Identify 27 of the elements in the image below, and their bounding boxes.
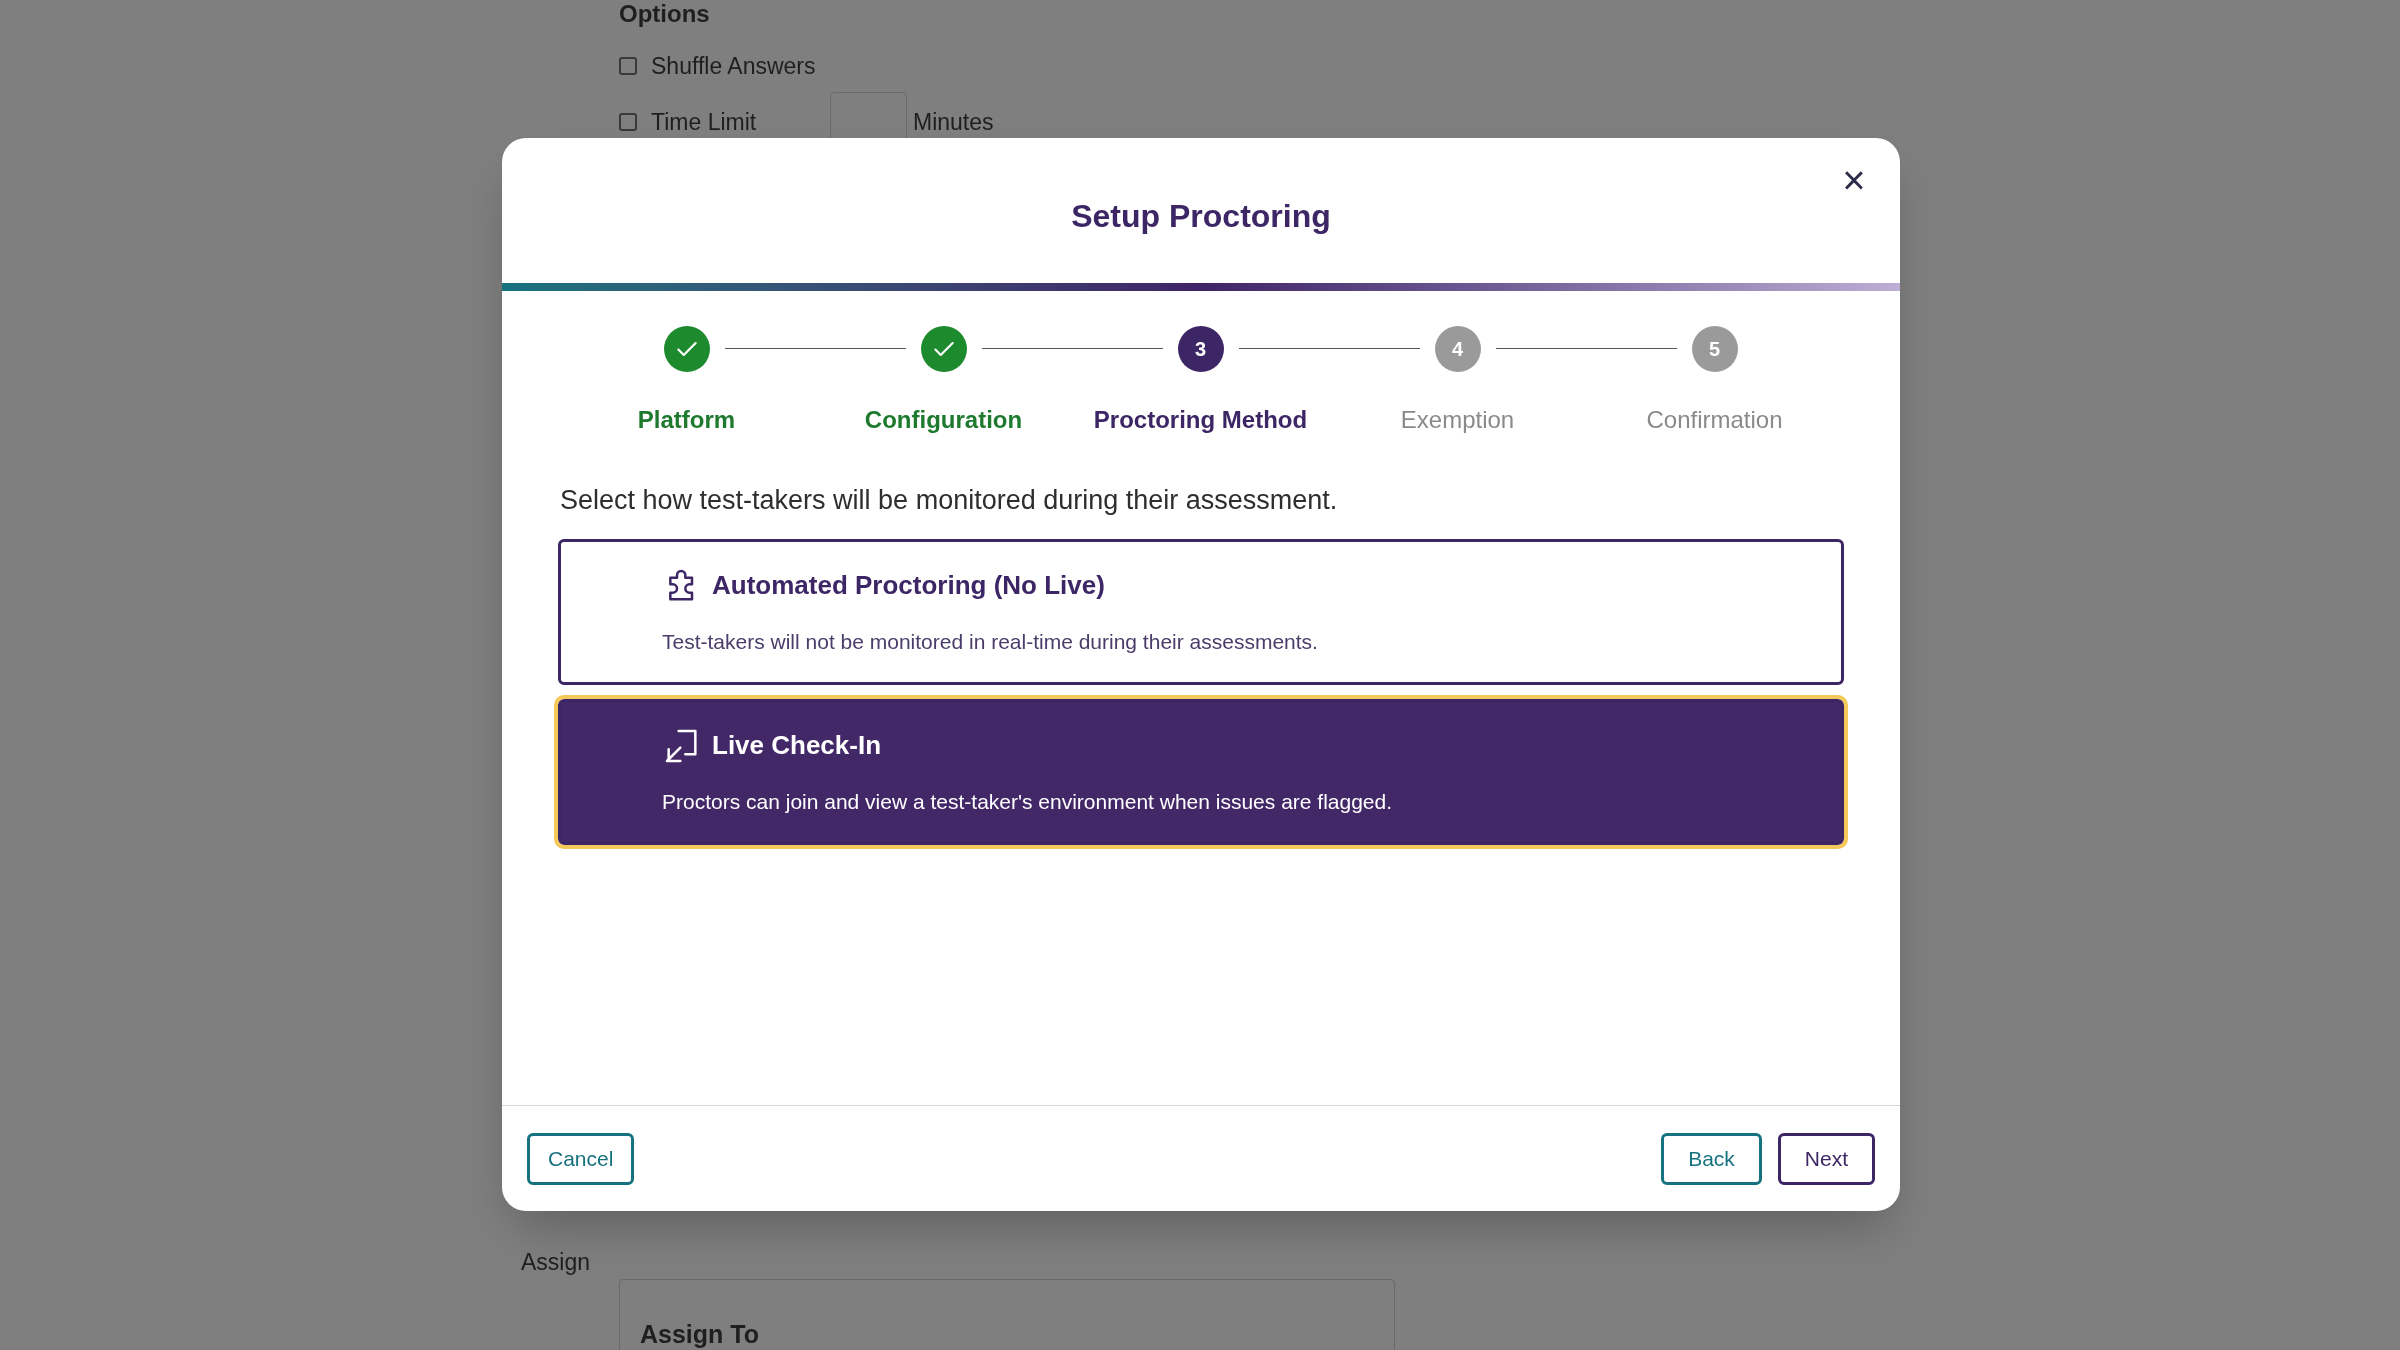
checkbox[interactable] — [619, 57, 637, 75]
instruction-text: Select how test-takers will be monitored during their assessment. — [560, 484, 1338, 517]
step-label: Exemption — [1400, 405, 1515, 435]
checkbox[interactable] — [619, 113, 637, 131]
unit-label: Minutes — [913, 108, 994, 136]
checkbox-label: Time Limit — [651, 108, 758, 136]
checkbox-label: Shuffle Answers — [651, 52, 816, 80]
dialog-title: Setup Proctoring — [1071, 196, 1331, 236]
cancel-button[interactable]: Cancel — [527, 1132, 635, 1185]
option-description: Test-takers will not be monitored in real-time during their assessments. — [662, 628, 1318, 655]
step-label: Platform — [637, 405, 736, 435]
step-label: Proctoring Method — [1093, 405, 1308, 435]
option-card[interactable]: Automated Proctoring (No Live) Test-takers will not be monitored in real-time during their assessments. — [558, 538, 1844, 685]
back-button[interactable]: Back — [1661, 1132, 1762, 1185]
option-title: Live Check-In — [712, 729, 882, 762]
option-description: Proctors can join and view a test-taker's environment when issues are flagged. — [662, 788, 1393, 815]
section-label: Assign — [521, 1248, 591, 1277]
option-title: Automated Proctoring (No Live) — [712, 569, 1105, 602]
step-number: 3 — [1177, 326, 1224, 372]
step-number: 4 — [1434, 326, 1481, 372]
step-label: Confirmation — [1646, 405, 1783, 435]
step-label: Configuration — [864, 405, 1023, 435]
close-button[interactable]: × — [1834, 160, 1874, 200]
step-number: 5 — [1691, 326, 1738, 372]
panel-heading: Assign To — [640, 1319, 759, 1350]
section-heading: Options — [619, 0, 710, 28]
next-button[interactable]: Next — [1777, 1132, 1875, 1185]
